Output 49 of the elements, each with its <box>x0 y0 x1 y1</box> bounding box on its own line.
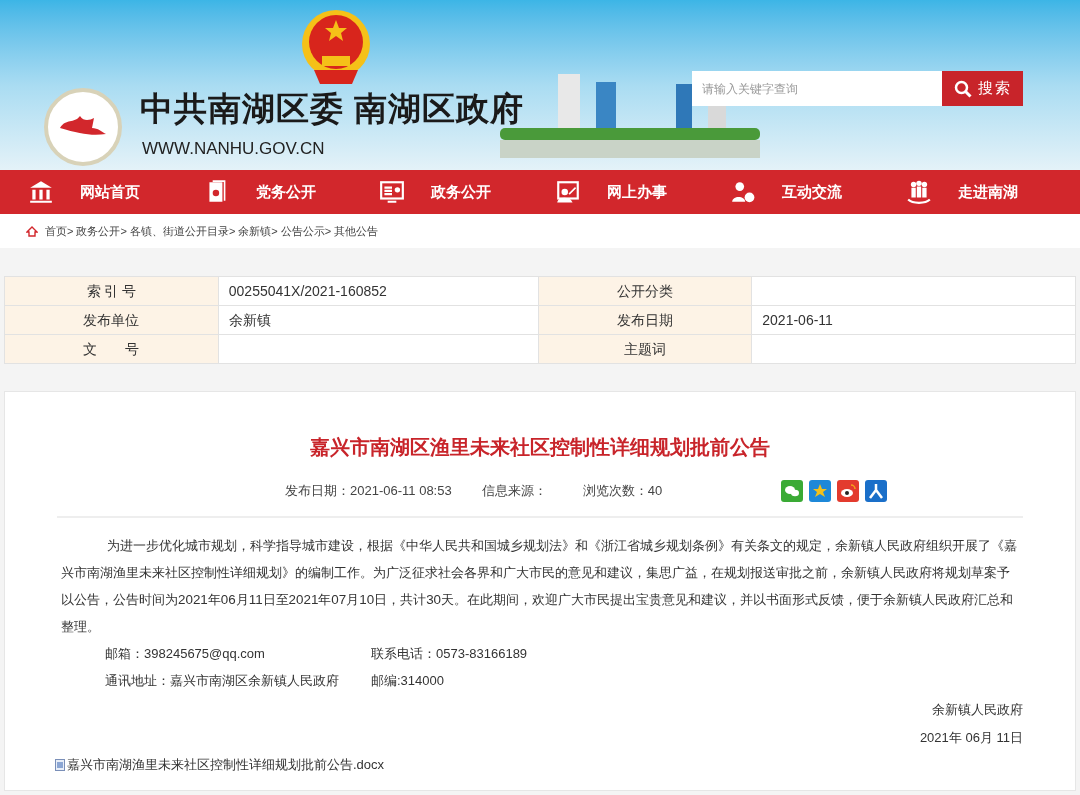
search-field[interactable]: 请输入关键字查询 <box>692 71 942 106</box>
person-icon <box>730 179 756 205</box>
article-date: 2021年 06月 11日 <box>918 729 1023 747</box>
person-icon[interactable] <box>865 480 887 502</box>
contact-info: 邮箱：398245675@qq.com <box>105 645 266 663</box>
field-label: 公开分类 <box>538 276 752 306</box>
field-label: 发布单位 <box>4 305 219 335</box>
monitor-icon <box>379 179 405 205</box>
field-label: 索 引 号 <box>4 276 219 306</box>
site-title: 中共南湖区委 南湖区政府 <box>140 92 525 125</box>
attachment-link[interactable]: 嘉兴市南湖渔里未来社区控制性详细规划批前公告.docx <box>67 754 385 776</box>
nav-link[interactable]: 政务公开 <box>379 179 554 205</box>
nav-link[interactable]: 网站首页 <box>28 179 203 205</box>
presenter-icon <box>554 179 581 205</box>
nav-link[interactable]: 互动交流 <box>730 179 905 205</box>
nav-link[interactable]: 网上办事 <box>554 179 729 205</box>
signature: 余新镇人民政府 <box>931 701 1023 719</box>
article-meta: 浏览次数：40 <box>582 482 663 501</box>
nav-link[interactable]: 走进南湖 <box>905 179 1080 205</box>
breadcrumb-link[interactable]: 其他公告 <box>334 222 379 240</box>
field-label: 文 号 <box>4 334 219 364</box>
search-button[interactable]: 搜索 <box>942 71 1023 106</box>
breadcrumb-link[interactable]: 各镇、街道公开目录> <box>129 222 236 240</box>
field-label: 发布日期 <box>538 305 752 335</box>
home-icon <box>26 225 38 237</box>
eye-icon[interactable] <box>837 480 859 502</box>
field-value: 00255041X/2021-160852 <box>218 276 539 306</box>
people-icon <box>905 179 932 205</box>
contact-info: 联系电话：0573-83166189 <box>371 645 528 663</box>
contact-info: 邮编:314000 <box>371 672 444 690</box>
breadcrumb-link[interactable]: 政务公开> <box>76 222 127 240</box>
nav-link[interactable]: 党务公开 <box>203 179 378 205</box>
emblem-icon <box>300 8 372 86</box>
article-body: 为进一步优化城市规划，科学指导城市建设，根据《中华人民共和国城乡规划法》和《浙江省城乡规划条例》有关条文的规定，余新镇人民政府组织开展了《嘉兴市南湖渔里未来社区控制性详细规划》的编制工作。为广泛征求社会各界和广大市民的意见和建议，集思广益，在规划报送审批之前，余新镇人民政府将规划草案予以公告，公告时间为2021年06月11日至2021年07月10日，共计30天。在此期间，欢迎广大市民提出宝贵意见和建议，并以书面形式反馈，便于余新镇人民政府汇总和整理。 <box>60 537 1018 636</box>
breadcrumb-link[interactable]: 公告公示> <box>280 222 332 240</box>
article-meta: 信息来源： <box>481 482 547 501</box>
field-value: 2021-06-11 <box>751 305 1076 335</box>
building-icon <box>28 179 54 205</box>
field-label: 主题词 <box>538 334 752 364</box>
breadcrumb-link[interactable]: 首页> <box>45 222 74 240</box>
breadcrumb-link[interactable]: 余新镇> <box>238 222 278 240</box>
contact-info: 通讯地址：嘉兴市南湖区余新镇人民政府 <box>105 672 340 690</box>
field-value: 余新镇 <box>218 305 539 335</box>
document-icon <box>55 759 65 771</box>
search-icon <box>953 79 972 98</box>
article-title: 嘉兴市南湖区渔里未来社区控制性详细规划批前公告 <box>309 435 771 460</box>
article-meta: 发布日期：2021-06-11 08:53 <box>285 482 452 501</box>
site-url: WWW.NANHU.GOV.CN <box>142 140 325 157</box>
chat-bubble-icon[interactable] <box>781 480 803 502</box>
